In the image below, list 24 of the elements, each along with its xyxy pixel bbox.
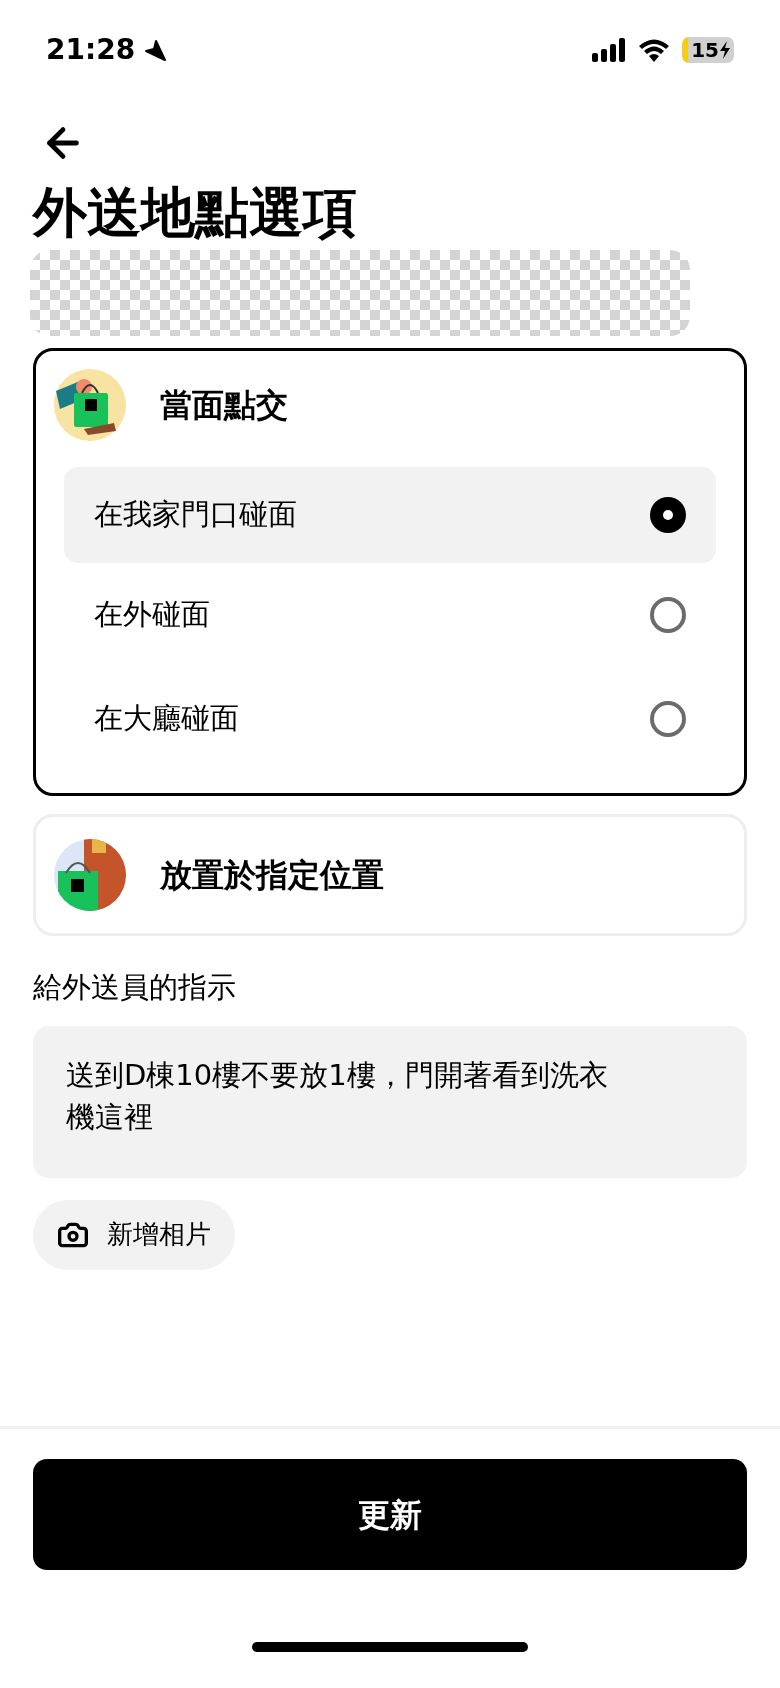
option-card[interactable]: 放置於指定位置 — [33, 814, 747, 936]
radio-button[interactable] — [650, 497, 686, 533]
option-label: 在外碰面 — [94, 596, 210, 634]
radio-button[interactable] — [650, 597, 686, 633]
battery-indicator: 15 — [682, 37, 734, 63]
add-photo-button[interactable]: 新增相片 — [33, 1199, 235, 1270]
status-time: 21:28 — [46, 32, 136, 68]
instructions-label: 給外送員的指示 — [33, 969, 237, 1006]
update-button[interactable]: 更新 — [33, 1459, 747, 1570]
option-label: 在我家門口碰面 — [94, 496, 297, 534]
bag-handoff-icon — [54, 369, 126, 441]
location-icon — [143, 38, 168, 62]
option-group-title: 放置於指定位置 — [160, 855, 384, 896]
wifi-icon — [638, 38, 671, 62]
radio-button[interactable] — [650, 701, 686, 737]
instructions-field[interactable]: 送到D棟10樓不要放1樓，門開著看到洗衣機這裡 — [33, 1025, 747, 1178]
radio-option[interactable]: 在外碰面 — [64, 563, 716, 667]
option-card[interactable]: 當面點交 在我家門口碰面 在外碰面 在大廳碰面 — [33, 348, 747, 796]
option-group-title: 當面點交 — [160, 385, 288, 426]
option-label: 在大廳碰面 — [94, 700, 239, 738]
page-title: 外送地點選項 — [31, 180, 358, 246]
radio-option[interactable]: 在大廳碰面 — [64, 667, 716, 771]
radio-option[interactable]: 在我家門口碰面 — [64, 467, 716, 563]
signal-icon — [592, 38, 627, 62]
